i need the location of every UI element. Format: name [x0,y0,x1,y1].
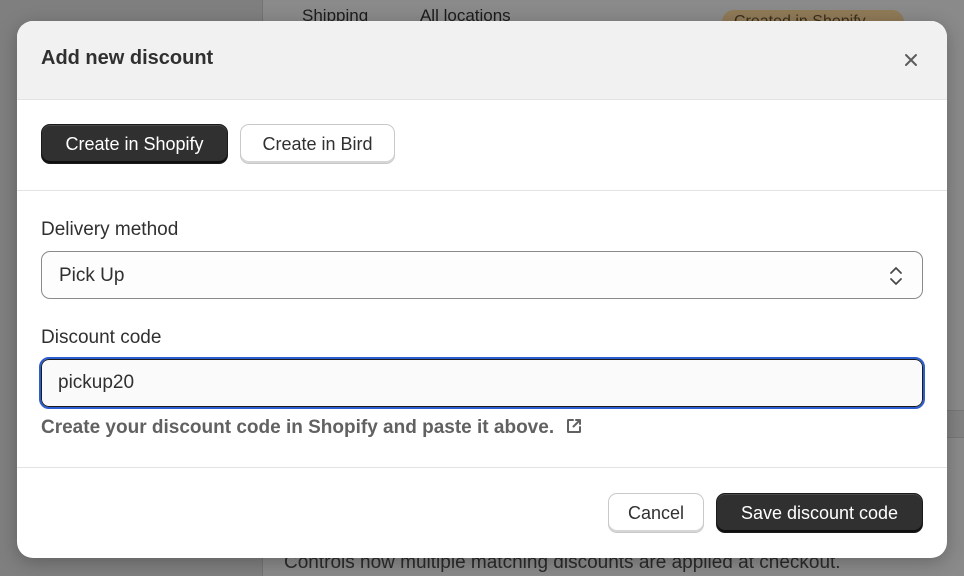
cancel-button[interactable]: Cancel [608,493,704,533]
discount-code-input[interactable] [39,357,925,409]
create-in-bird-button[interactable]: Create in Bird [240,124,395,164]
delivery-method-value: Pick Up [59,265,125,286]
background-divider [946,410,964,438]
discount-help-text: Create your discount code in Shopify and… [41,417,583,441]
modal-title: Add new discount [41,47,214,69]
discount-code-label: Discount code [41,327,162,348]
footer-divider [17,467,947,468]
create-in-shopify-button[interactable]: Create in Shopify [41,124,228,164]
save-discount-code-button[interactable]: Save discount code [716,493,923,533]
modal-header: Add new discount [17,21,947,100]
delivery-method-label: Delivery method [41,219,179,240]
close-button[interactable] [899,48,923,72]
close-icon [899,48,923,72]
select-chevron-icon [888,265,904,292]
discount-help-label: Create your discount code in Shopify and… [41,417,555,438]
delivery-method-select[interactable]: Pick Up [41,251,923,299]
add-discount-modal: Add new discount Create in Shopify Creat… [17,21,947,558]
external-link-icon[interactable] [565,417,583,441]
